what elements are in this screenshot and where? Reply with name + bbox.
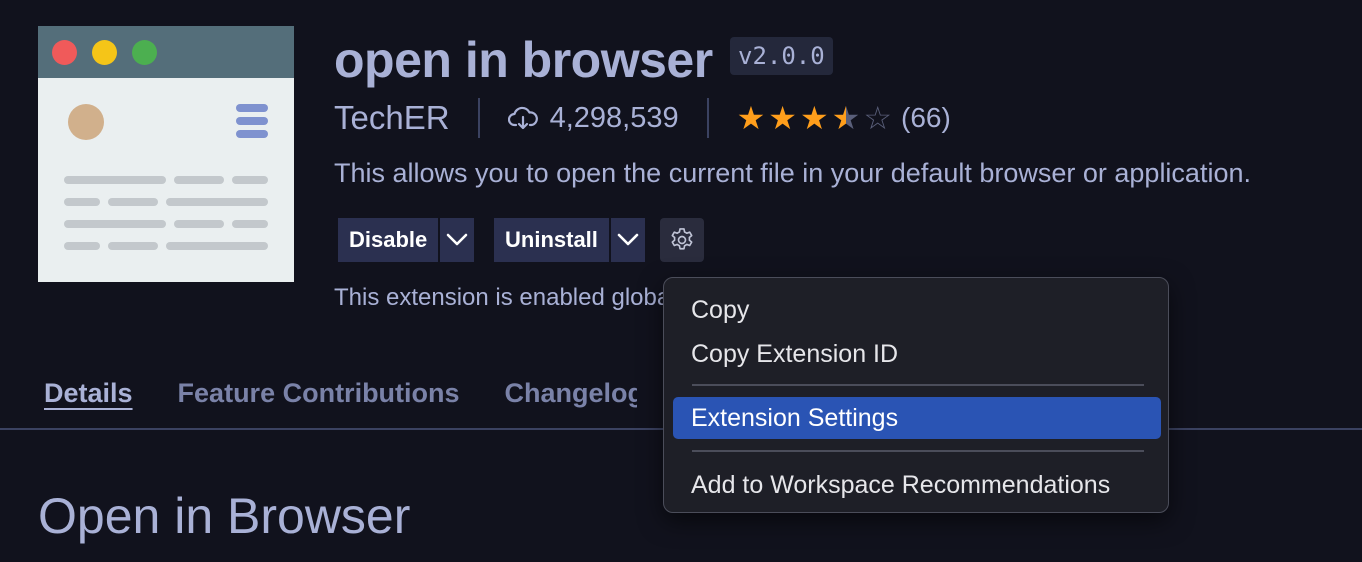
gear-context-menu: Copy Copy Extension ID Extension Setting… [663,277,1169,513]
disable-dropdown-button[interactable] [440,218,475,262]
icon-text-line [64,176,166,184]
icon-window-titlebar [38,26,294,78]
icon-avatar-circle [68,104,104,140]
menu-item-copy-extension-id[interactable]: Copy Extension ID [673,333,1161,375]
extension-icon [38,26,294,282]
publisher-link[interactable]: TechER [334,99,450,137]
extension-title: open in browser [334,32,713,88]
icon-text-line [232,176,268,184]
icon-text-line [64,220,166,228]
gear-icon [671,228,693,250]
menu-separator [692,384,1144,386]
meta-separator [477,98,480,138]
menu-item-extension-settings[interactable]: Extension Settings [673,397,1161,439]
star-icon: ★ [736,100,766,136]
icon-yellow-dot [92,40,117,65]
extension-description: This allows you to open the current file… [334,158,1251,188]
icon-text-line [64,198,100,206]
icon-text-line [166,198,268,206]
menu-item-copy[interactable]: Copy [673,289,1161,331]
star-icon: ★ [799,100,829,136]
manage-gear-button[interactable] [660,218,704,262]
version-badge: v2.0.0 [730,37,833,75]
extension-status-text: This extension is enabled globally. [334,284,664,311]
chevron-down-icon [446,233,468,246]
tab-changelog[interactable]: Changelog [505,378,637,414]
extension-meta-row: TechER 4,298,539 ★ ★ ★ ★ ☆ (66) [334,96,951,140]
install-count: 4,298,539 [549,101,679,134]
uninstall-dropdown-button[interactable] [610,218,645,262]
menu-separator [692,450,1144,452]
icon-text-line [64,242,100,250]
star-icon: ☆ [863,100,893,136]
icon-text-line [108,242,158,250]
readme-heading: Open in Browser [38,488,411,544]
star-icon: ★ [831,100,861,136]
cloud-download-icon [507,106,538,130]
rating-stars[interactable]: ★ ★ ★ ★ ☆ [737,99,895,137]
icon-text-line [174,220,224,228]
uninstall-button[interactable]: Uninstall [494,218,609,262]
meta-separator [706,98,709,138]
disable-button[interactable]: Disable [338,218,439,262]
icon-menu-lines [236,104,268,143]
icon-text-line [166,242,268,250]
icon-green-dot [132,40,157,65]
icon-text-line [232,220,268,228]
tab-feature-contributions[interactable]: Feature Contributions [178,378,460,414]
details-tabs: Details Feature Contributions Changelog [44,378,637,414]
disable-button-group: Disable [338,218,475,262]
extension-details-page: open in browser v2.0.0 TechER 4,298,539 … [0,0,1362,562]
star-icon: ★ [768,100,797,136]
icon-text-line [174,176,224,184]
icon-text-line [108,198,158,206]
rating-count: (66) [901,102,951,133]
tab-details[interactable]: Details [44,378,133,414]
icon-red-dot [52,40,77,65]
uninstall-button-group: Uninstall [494,218,645,262]
menu-item-add-to-workspace-recommendations[interactable]: Add to Workspace Recommendations [673,464,1161,506]
chevron-down-icon [617,233,639,246]
